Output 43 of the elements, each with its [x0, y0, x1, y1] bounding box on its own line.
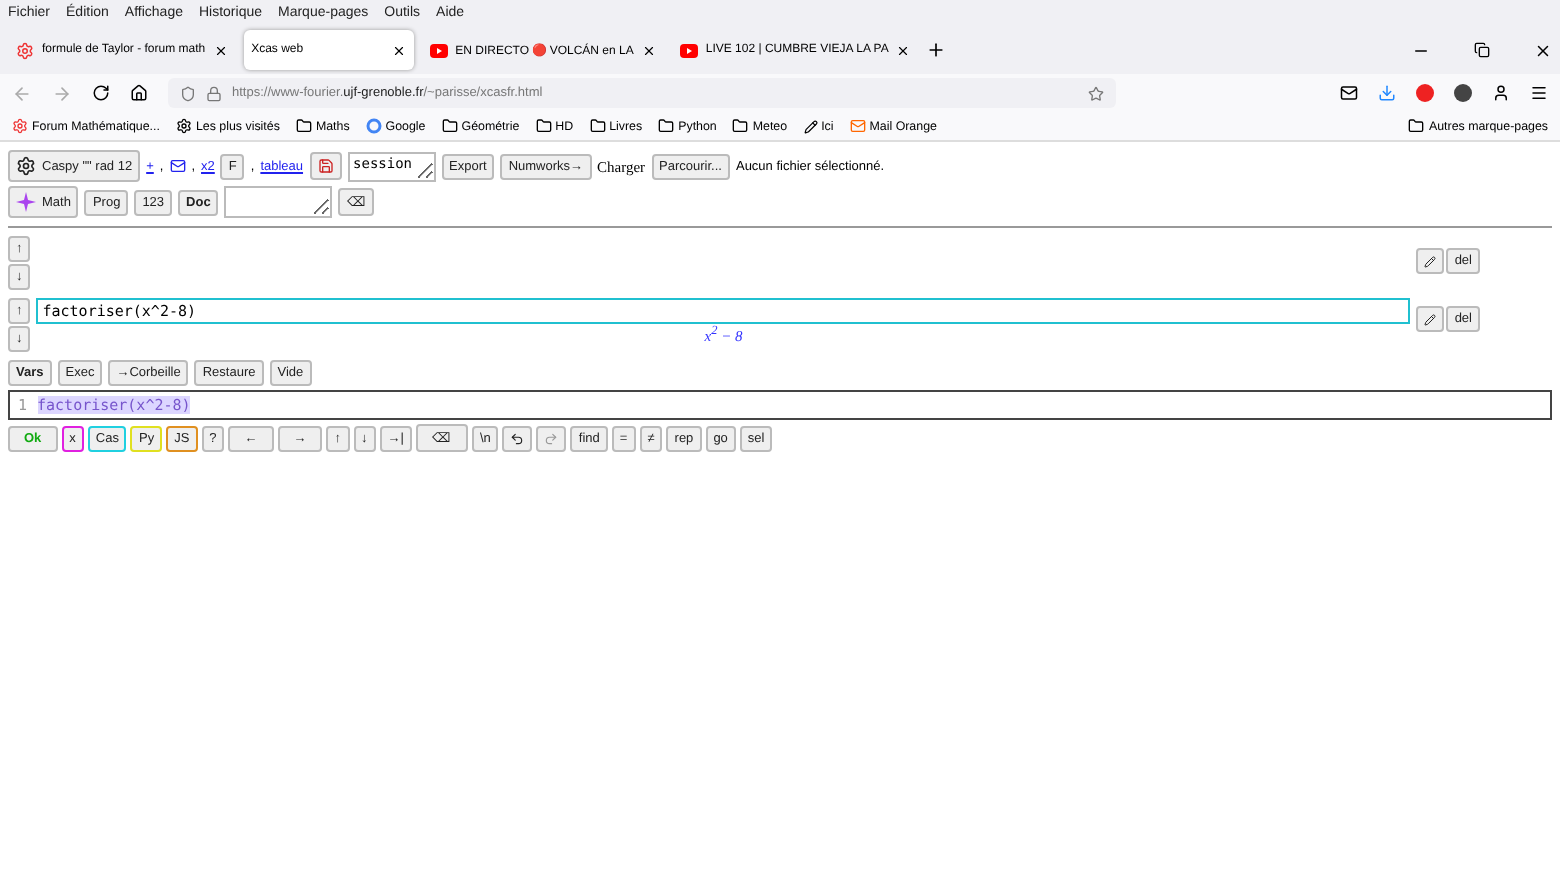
account-icon[interactable] — [1492, 84, 1510, 102]
save-icon — [317, 158, 334, 174]
download-icon[interactable] — [1378, 84, 1396, 102]
menu-icon[interactable] — [1530, 84, 1548, 102]
pencil-icon — [1424, 255, 1437, 267]
mail-icon[interactable] — [169, 158, 186, 174]
undo-icon — [510, 431, 525, 445]
shield-icon — [180, 85, 196, 101]
tab-favicon-icon — [16, 41, 34, 59]
reload-icon[interactable] — [92, 84, 110, 102]
sparkle-icon — [16, 192, 36, 212]
folder-icon — [535, 118, 552, 134]
new-tab-icon[interactable] — [926, 40, 947, 60]
folder-icon — [441, 118, 458, 134]
folder-icon — [658, 118, 675, 134]
lock-icon — [206, 85, 222, 101]
edit-button[interactable] — [1416, 248, 1445, 274]
restore-icon[interactable] — [1474, 42, 1490, 58]
folder-icon — [589, 118, 606, 134]
star-icon[interactable] — [1088, 85, 1104, 101]
site-icon — [12, 118, 28, 134]
video-favicon-icon — [679, 43, 698, 57]
edit-button[interactable] — [1416, 306, 1445, 332]
mail-icon — [849, 118, 866, 134]
gear-icon — [175, 118, 192, 134]
redo-icon — [544, 431, 559, 445]
folder-icon — [1408, 118, 1425, 134]
close-icon[interactable] — [641, 43, 656, 57]
close-icon[interactable] — [1534, 41, 1552, 59]
extension-icon[interactable] — [1454, 84, 1472, 102]
home-icon[interactable] — [130, 84, 148, 102]
doc-field[interactable] — [224, 186, 333, 218]
folder-icon — [295, 118, 312, 134]
undo-button[interactable] — [502, 425, 533, 451]
video-favicon-icon — [429, 43, 448, 57]
close-icon[interactable] — [391, 43, 406, 57]
extension-icon[interactable] — [1416, 84, 1434, 102]
gear-icon — [16, 156, 36, 176]
close-icon[interactable] — [896, 43, 911, 57]
pencil-icon — [1424, 313, 1437, 325]
folder-icon — [732, 118, 749, 134]
close-icon[interactable] — [213, 43, 228, 57]
save-button[interactable] — [309, 152, 342, 180]
